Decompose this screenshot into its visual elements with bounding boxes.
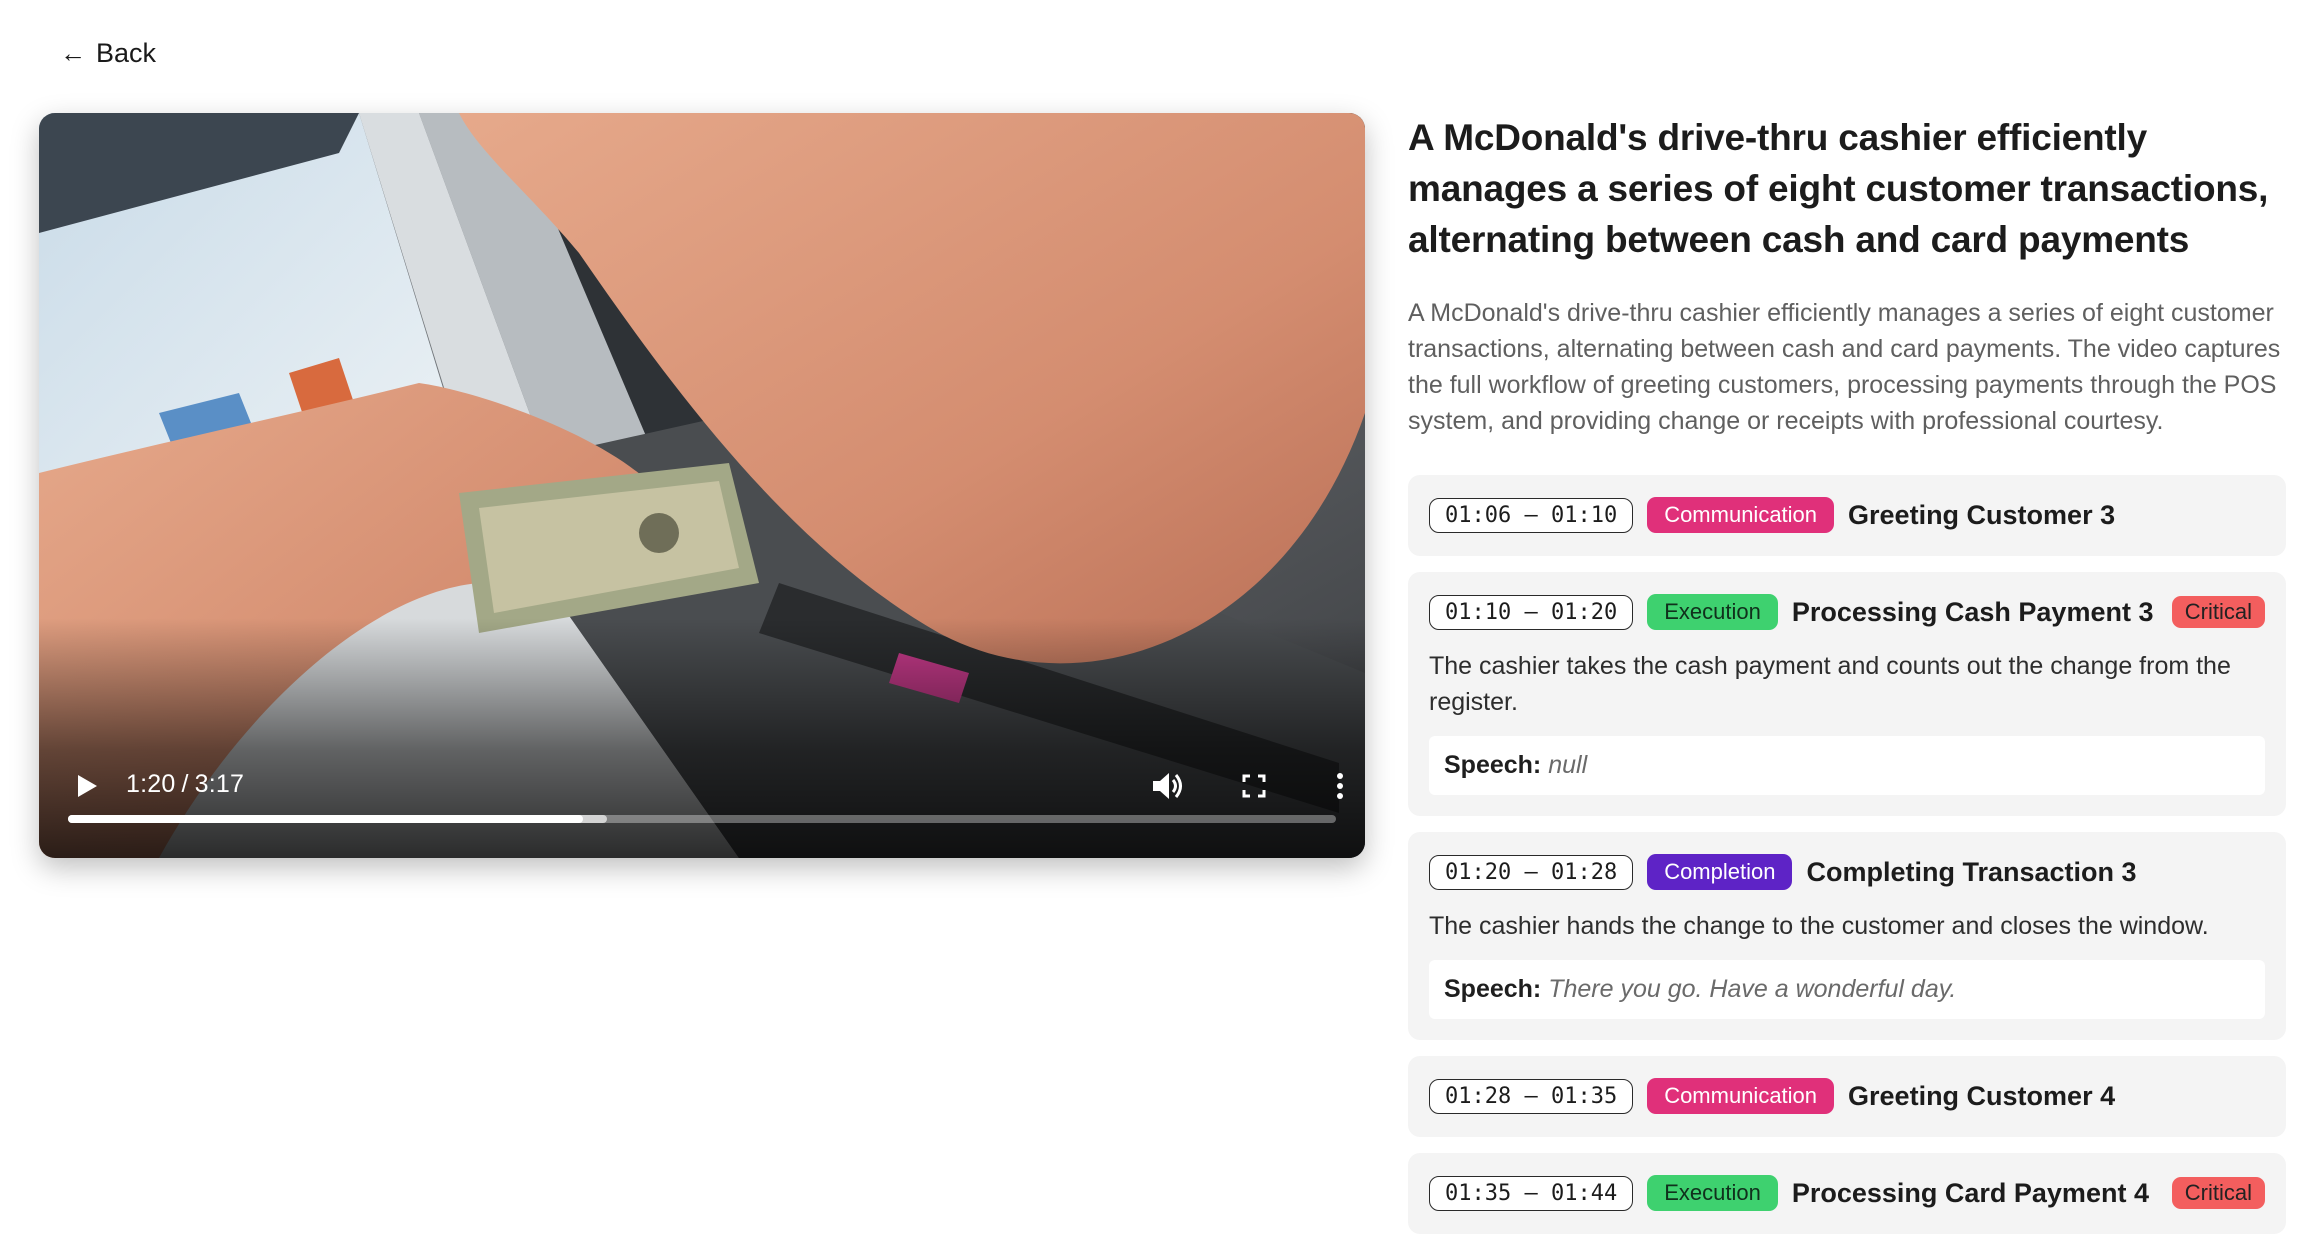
- event-title: Completing Transaction 3: [1806, 856, 2137, 887]
- event-card[interactable]: 01:28 – 01:35 Communication Greeting Custo…: [1408, 1056, 2286, 1137]
- volume-icon: [1153, 773, 1182, 799]
- speech-label: Speech:: [1444, 975, 1542, 1003]
- progress-bar[interactable]: [68, 815, 1336, 823]
- speech-label: Speech:: [1444, 751, 1542, 779]
- speech-text: null: [1548, 751, 1588, 779]
- event-card[interactable]: 01:10 – 01:20 Execution Processing Cash Pa…: [1408, 572, 2286, 816]
- event-category-tag: Execution: [1647, 594, 1778, 630]
- video-title: A McDonald's drive-thru cashier efficien…: [1408, 117, 2269, 260]
- event-title: Greeting Customer 4: [1848, 1080, 2116, 1111]
- video-controls: 1:20/3:17: [39, 738, 1365, 858]
- speech-box: Speech: null: [1429, 736, 2265, 795]
- back-button[interactable]: ← Back: [60, 38, 156, 69]
- event-header: 01:10 – 01:20 Execution Processing Cash Pa…: [1429, 592, 2265, 632]
- event-timestamp[interactable]: 01:10 – 01:20: [1429, 594, 1634, 630]
- more-options-button[interactable]: [1320, 766, 1360, 806]
- played-bar: [68, 815, 583, 823]
- critical-badge: Critical: [2171, 1177, 2265, 1209]
- time-display: 1:20/3:17: [126, 770, 245, 798]
- event-header: 01:35 – 01:44 Execution Processing Card Pa…: [1429, 1173, 2265, 1213]
- speech-box: Speech: There you go. Have a wonderful d…: [1429, 960, 2265, 1019]
- mute-button[interactable]: [1148, 766, 1188, 806]
- video-player[interactable]: 1:20/3:17: [39, 113, 1365, 858]
- event-title: Processing Cash Payment 3: [1791, 596, 2154, 627]
- back-label: Back: [96, 38, 157, 68]
- event-card[interactable]: 01:20 – 01:28 Completion Completing Transa…: [1408, 832, 2286, 1040]
- event-list: 01:06 – 01:10 Communication Greeting Custo…: [1408, 475, 2286, 1234]
- video-description: A McDonald's drive-thru cashier efficien…: [1408, 299, 2281, 435]
- event-description: The cashier hands the change to the cust…: [1429, 912, 2209, 940]
- summary-panel: A McDonald's drive-thru cashier efficien…: [1408, 112, 2286, 1244]
- event-timestamp[interactable]: 01:06 – 01:10: [1429, 497, 1634, 533]
- event-timestamp[interactable]: 01:28 – 01:35: [1429, 1078, 1634, 1114]
- event-header: 01:06 – 01:10 Communication Greeting Custo…: [1429, 495, 2265, 535]
- speech-text: There you go. Have a wonderful day.: [1548, 975, 1957, 1003]
- current-time: 1:20: [126, 770, 176, 798]
- event-description: The cashier takes the cash payment and c…: [1429, 652, 2231, 716]
- event-category-tag: Completion: [1647, 854, 1793, 890]
- more-vert-icon: [1337, 773, 1343, 799]
- event-title: Processing Card Payment 4: [1791, 1177, 2149, 1208]
- critical-badge: Critical: [2171, 596, 2265, 628]
- event-timestamp[interactable]: 01:35 – 01:44: [1429, 1175, 1634, 1211]
- event-category-tag: Communication: [1647, 1078, 1835, 1114]
- event-header: 01:20 – 01:28 Completion Completing Transa…: [1429, 852, 2265, 892]
- event-timestamp[interactable]: 01:20 – 01:28: [1429, 854, 1634, 890]
- event-header: 01:28 – 01:35 Communication Greeting Custo…: [1429, 1076, 2265, 1116]
- play-icon: [78, 775, 97, 797]
- fullscreen-icon: [1242, 774, 1266, 798]
- arrow-left-icon: ←: [60, 38, 86, 68]
- event-title: Greeting Customer 3: [1848, 499, 2116, 530]
- event-category-tag: Execution: [1647, 1175, 1778, 1211]
- duration: 3:17: [194, 770, 245, 798]
- play-button[interactable]: [69, 768, 105, 804]
- fullscreen-button[interactable]: [1234, 766, 1274, 806]
- event-card[interactable]: 01:06 – 01:10 Communication Greeting Custo…: [1408, 475, 2286, 556]
- event-category-tag: Communication: [1647, 497, 1835, 533]
- event-card[interactable]: 01:35 – 01:44 Execution Processing Card Pa…: [1408, 1153, 2286, 1234]
